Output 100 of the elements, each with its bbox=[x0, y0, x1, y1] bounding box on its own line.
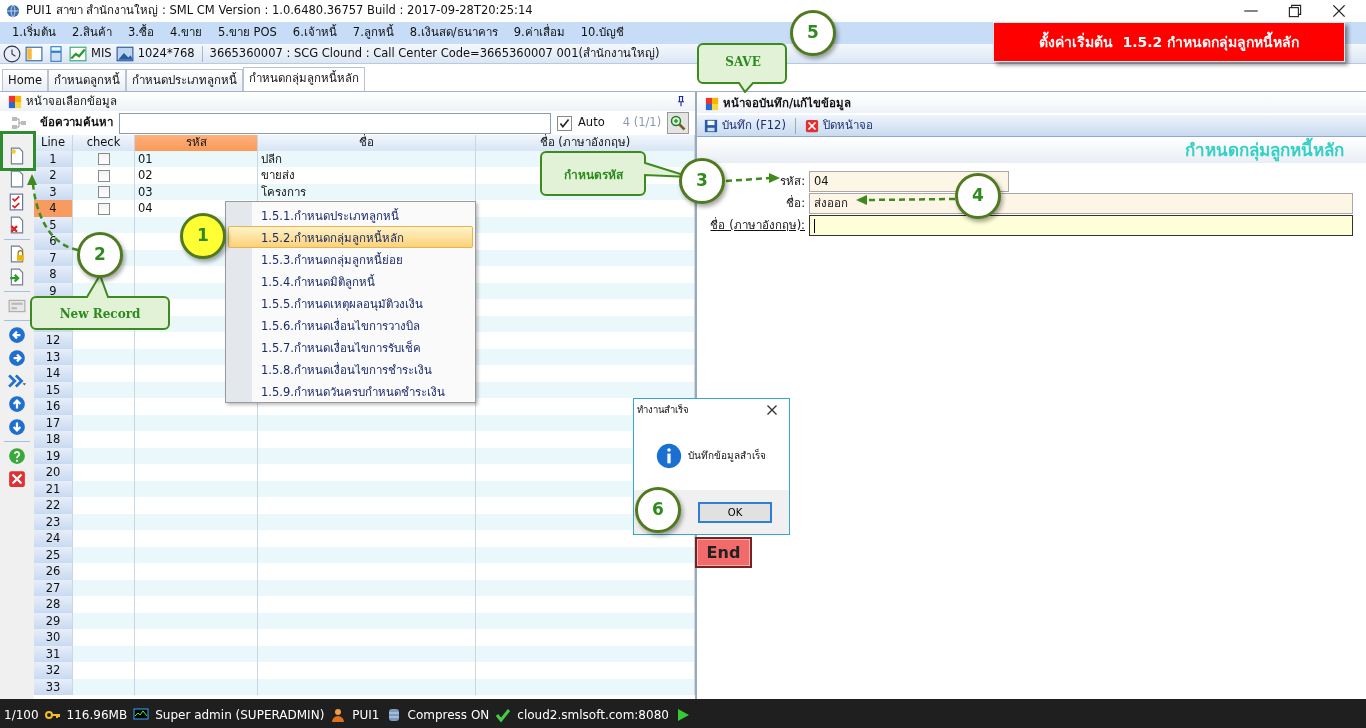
check-icon bbox=[495, 706, 512, 723]
panel-title: หน้าจอเลือกข้อมูล bbox=[26, 92, 117, 110]
table-cell: ขายส่ง bbox=[261, 168, 295, 182]
status-text: 116.96MB bbox=[66, 706, 128, 724]
import-document-icon[interactable] bbox=[8, 268, 26, 286]
tab[interactable]: กำหนดประเภทลูกหนี้ bbox=[125, 68, 243, 91]
menu-item[interactable]: 10.บัญชี bbox=[572, 24, 632, 42]
row-number[interactable]: 28 bbox=[34, 596, 73, 613]
field-label: รหัส: bbox=[780, 172, 805, 190]
status-text: 1/100 bbox=[4, 706, 39, 724]
row-number[interactable]: 12 bbox=[34, 332, 73, 349]
locked-document-icon[interactable] bbox=[8, 245, 26, 263]
close-icon bbox=[804, 118, 819, 133]
record-count: 4 (1/1) bbox=[622, 114, 662, 132]
row-number[interactable]: 22 bbox=[34, 497, 73, 514]
callout: SAVE bbox=[697, 43, 789, 93]
row-number[interactable]: 16 bbox=[34, 398, 73, 415]
menu-item[interactable]: 7.ลูกหนี้ bbox=[344, 24, 402, 42]
chart-icon[interactable] bbox=[69, 44, 87, 63]
row-number[interactable]: 24 bbox=[34, 530, 73, 547]
column-header[interactable]: ชื่อ (ภาษาอังกฤษ) bbox=[476, 135, 695, 151]
menu-item[interactable]: 8.เงินสด/ธนาคาร bbox=[401, 24, 506, 42]
menu-item[interactable]: 1.5.6.กำหนดเงื่อนไขการวางบิล bbox=[228, 314, 473, 336]
column-header[interactable]: ชื่อ bbox=[258, 135, 476, 151]
column-header[interactable]: Line bbox=[34, 135, 73, 151]
globe-icon bbox=[6, 4, 20, 18]
menu-item[interactable]: 1.5.2.กำหนดกลุ่มลูกหนี้หลัก bbox=[228, 226, 473, 248]
search-field[interactable] bbox=[119, 112, 551, 134]
step-number: 2 bbox=[77, 232, 123, 278]
table-cell: โครงการ bbox=[261, 184, 306, 199]
checkbox[interactable] bbox=[97, 186, 110, 198]
row-number[interactable]: 8 bbox=[34, 266, 73, 283]
menu-item[interactable]: 3.ซื้อ bbox=[119, 24, 162, 42]
search-label: ข้อความค้นหา bbox=[40, 114, 113, 132]
menu-item[interactable]: 5.ขาย POS bbox=[209, 24, 285, 42]
step-number: 3 bbox=[679, 158, 725, 204]
menu-item[interactable]: 1.5.8.กำหนดเงื่อนไขการชำระเงิน bbox=[228, 358, 473, 380]
panel-icon bbox=[705, 96, 719, 111]
menu-item[interactable]: 1.5.3.กำหนดกลุ่มลูกหนี้ย่อย bbox=[228, 248, 473, 270]
help-icon[interactable] bbox=[8, 447, 26, 465]
menu-item[interactable]: 1.5.7.กำหนดเงื่อนไขการรับเช็ค bbox=[228, 336, 473, 358]
double-chevron-icon[interactable] bbox=[8, 372, 26, 390]
menu-item[interactable]: 2.สินค้า bbox=[64, 24, 120, 42]
close-icon[interactable] bbox=[1330, 2, 1348, 20]
table-cell: 01 bbox=[138, 151, 153, 166]
checkbox[interactable] bbox=[97, 153, 110, 165]
dialog-title: ทำงานสำเร็จ bbox=[637, 402, 689, 417]
status-text: PUI1 bbox=[352, 706, 380, 724]
row-number[interactable]: 26 bbox=[34, 563, 73, 580]
menu-item[interactable]: 9.ค่าเสื่อม bbox=[505, 24, 573, 42]
menu-item[interactable]: 4.ขาย bbox=[161, 24, 210, 42]
menu-item[interactable]: 1.5.4.กำหนดมิติลูกหนี้ bbox=[228, 270, 473, 292]
menu-item[interactable]: 1.5.5.กำหนดเหตุผลอนุมัติวงเงิน bbox=[228, 292, 473, 314]
ok-button[interactable]: OK bbox=[698, 501, 772, 523]
row-number[interactable]: 14 bbox=[34, 365, 73, 382]
menu-item[interactable]: 1.5.9.กำหนดวันครบกำหนดชำระเงิน bbox=[228, 380, 473, 402]
resolution-label[interactable]: 1024*768 bbox=[137, 44, 195, 63]
table-cell: 04 bbox=[138, 201, 153, 215]
tab[interactable]: Home bbox=[2, 68, 48, 91]
table-cell: 03 bbox=[138, 184, 153, 199]
panel-icon[interactable] bbox=[25, 44, 43, 63]
menu-item[interactable]: 6.เจ้าหนี้ bbox=[284, 24, 345, 42]
column-header[interactable]: รหัส bbox=[135, 135, 258, 151]
toolbar-button[interactable]: ปิดหน้าจอ bbox=[822, 116, 873, 135]
document-icon[interactable] bbox=[8, 170, 26, 188]
menu-item[interactable]: 1.เริ่มต้น bbox=[4, 24, 64, 42]
panel-icon bbox=[8, 94, 22, 109]
row-number[interactable]: 32 bbox=[34, 662, 73, 679]
checklist-icon[interactable] bbox=[8, 193, 26, 211]
field-label: ชื่อ (ภาษาอังกฤษ): bbox=[710, 216, 805, 234]
row-number[interactable]: 6 bbox=[34, 233, 73, 250]
search-button[interactable] bbox=[667, 112, 690, 134]
tab[interactable]: กำหนดกลุ่มลูกหนี้หลัก bbox=[242, 67, 365, 91]
table-cell: 02 bbox=[138, 168, 153, 182]
row-number[interactable]: 30 bbox=[34, 629, 73, 646]
row-number[interactable]: 18 bbox=[34, 431, 73, 448]
connection-info: 3665360007 : SCG Clound : Call Center Code=3665360007 001(สำนักงานใหญ่) bbox=[209, 44, 660, 62]
calculator-icon[interactable] bbox=[47, 44, 65, 63]
dialog-message: บันทึกข้อมูลสำเร็จ bbox=[688, 448, 766, 463]
delete-document-icon[interactable] bbox=[8, 216, 26, 234]
menu-item[interactable]: 1.5.1.กำหนดประเภทลูกหนี้ bbox=[228, 204, 473, 226]
input-field[interactable] bbox=[809, 215, 1353, 236]
info-icon bbox=[656, 442, 682, 469]
row-number[interactable]: 2 bbox=[34, 167, 73, 184]
checkbox[interactable] bbox=[97, 169, 110, 182]
image-icon[interactable] bbox=[115, 44, 134, 63]
form-heading: กำหนดกลุ่มลูกหนี้หลัก bbox=[697, 137, 1366, 163]
row-number[interactable]: 20 bbox=[34, 464, 73, 481]
user-icon bbox=[330, 706, 347, 723]
clock-icon[interactable] bbox=[3, 44, 21, 63]
row-number[interactable]: 4 bbox=[34, 200, 73, 217]
checkbox[interactable] bbox=[97, 202, 110, 215]
checkbox[interactable] bbox=[557, 115, 572, 131]
new-document-icon[interactable] bbox=[8, 147, 26, 165]
auto-label[interactable]: Auto bbox=[578, 114, 605, 132]
tab[interactable]: กำหนดลูกหนี้ bbox=[47, 68, 126, 91]
status-text: Super admin (SUPERADMIN) bbox=[155, 706, 325, 724]
toolbar-button[interactable]: บันทึก (F12) bbox=[722, 116, 786, 135]
restore-icon[interactable] bbox=[1286, 2, 1304, 20]
mis-label[interactable]: MIS bbox=[91, 44, 112, 63]
